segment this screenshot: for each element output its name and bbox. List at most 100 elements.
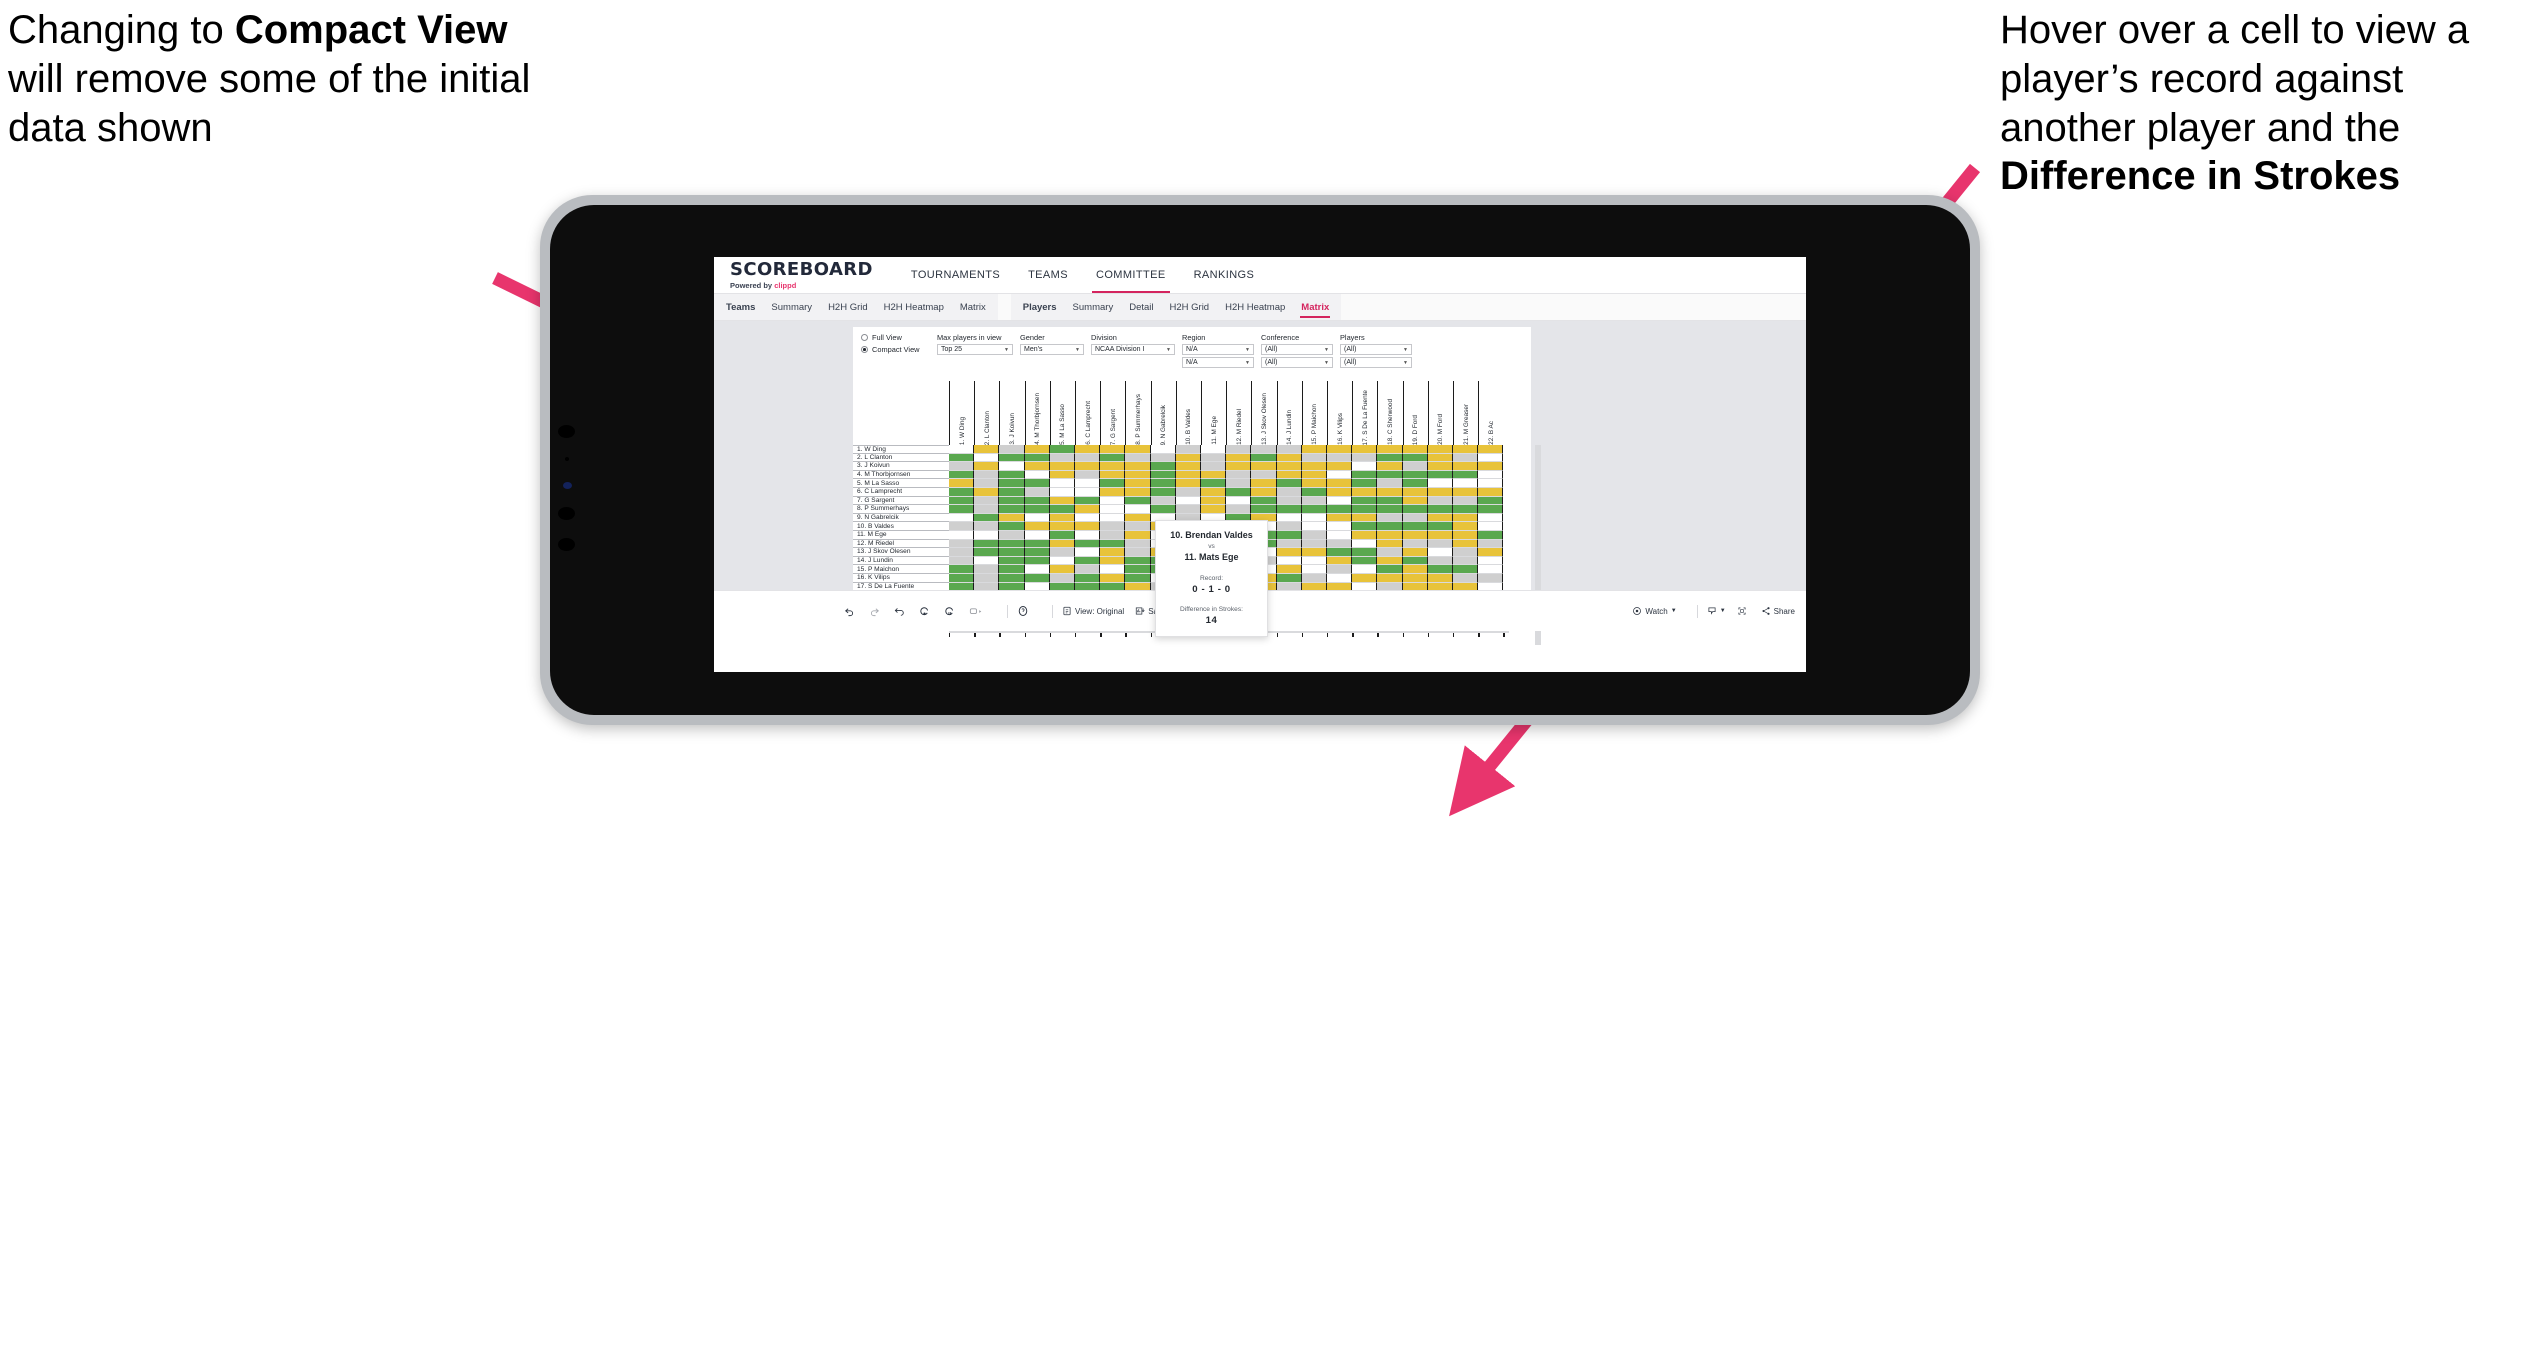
matrix-cell[interactable]: [1150, 505, 1176, 514]
filter-max-players-select[interactable]: Top 25 ▼: [937, 344, 1013, 355]
matrix-cell[interactable]: [1125, 556, 1151, 566]
matrix-cell[interactable]: [999, 548, 1025, 557]
matrix-cell[interactable]: [1478, 462, 1504, 471]
matrix-col-header[interactable]: 6. C Lamprecht: [1075, 381, 1100, 445]
matrix-cell[interactable]: [1075, 470, 1101, 480]
matrix-cell[interactable]: [1125, 513, 1151, 523]
matrix-cell[interactable]: [1175, 453, 1201, 463]
matrix-row-label[interactable]: 12. M Riedel: [853, 540, 949, 549]
matrix-cell[interactable]: [1125, 574, 1151, 583]
matrix-cell[interactable]: [1402, 462, 1428, 471]
matrix-cell[interactable]: [1125, 462, 1151, 471]
matrix-cell[interactable]: [1075, 505, 1101, 514]
matrix-cell[interactable]: [1100, 462, 1126, 471]
matrix-col-header[interactable]: 1. W Ding: [949, 381, 974, 445]
watch-button[interactable]: Watch ▼: [1632, 606, 1677, 616]
matrix-cell[interactable]: [1276, 531, 1302, 540]
matrix-cell[interactable]: [949, 488, 975, 497]
matrix-cell[interactable]: [1377, 574, 1403, 583]
matrix-cell[interactable]: [1327, 445, 1353, 454]
matrix-cell[interactable]: [1049, 445, 1075, 454]
matrix-cell[interactable]: [949, 462, 975, 471]
matrix-cell[interactable]: [1276, 470, 1302, 480]
matrix-cell[interactable]: [1226, 462, 1252, 471]
matrix-cell[interactable]: [949, 531, 975, 540]
matrix-cell[interactable]: [1352, 479, 1378, 488]
matrix-cell[interactable]: [1276, 488, 1302, 497]
matrix-cell[interactable]: [1125, 488, 1151, 497]
matrix-cell[interactable]: [1125, 496, 1151, 506]
matrix-cell[interactable]: [1327, 505, 1353, 514]
matrix-cell[interactable]: [999, 445, 1025, 454]
zoom-icon[interactable]: [969, 606, 987, 617]
matrix-cell[interactable]: [1301, 513, 1327, 523]
nav-item-committee[interactable]: COMMITTEE: [1082, 257, 1180, 293]
matrix-cell[interactable]: [1352, 496, 1378, 506]
matrix-cell[interactable]: [999, 531, 1025, 540]
matrix-cell[interactable]: [1352, 522, 1378, 531]
matrix-cell[interactable]: [1049, 505, 1075, 514]
matrix-cell[interactable]: [1478, 522, 1504, 531]
matrix-cell[interactable]: [1478, 539, 1504, 549]
matrix-cell[interactable]: [1453, 470, 1479, 480]
matrix-cell[interactable]: [1175, 462, 1201, 471]
matrix-cell[interactable]: [1377, 522, 1403, 531]
matrix-cell[interactable]: [1453, 488, 1479, 497]
matrix-cell[interactable]: [1100, 488, 1126, 497]
refresh-icon[interactable]: [919, 606, 933, 617]
matrix-cell[interactable]: [1125, 445, 1151, 454]
matrix-cell[interactable]: [1427, 470, 1453, 480]
matrix-col-header[interactable]: 9. N Gabrelcik: [1150, 381, 1176, 445]
matrix-cell[interactable]: [949, 496, 975, 506]
matrix-cell[interactable]: [1251, 488, 1277, 497]
matrix-row-label[interactable]: 6. C Lamprecht: [853, 488, 949, 497]
matrix-row-label[interactable]: 2. L Clanton: [853, 454, 949, 463]
matrix-col-header[interactable]: 13. J Skov Olesen: [1251, 381, 1276, 445]
matrix-cell[interactable]: [1201, 479, 1227, 488]
matrix-cell[interactable]: [974, 539, 1000, 549]
filter-region-select-2[interactable]: N/A ▼: [1182, 357, 1254, 368]
matrix-cell[interactable]: [1478, 505, 1504, 514]
matrix-cell[interactable]: [1201, 462, 1227, 471]
subscribe-icon[interactable]: ▼: [1707, 606, 1726, 616]
matrix-cell[interactable]: [1301, 462, 1327, 471]
matrix-cell[interactable]: [1150, 496, 1176, 506]
matrix-cell[interactable]: [1352, 505, 1378, 514]
matrix-cell[interactable]: [1327, 470, 1353, 480]
matrix-cell[interactable]: [1427, 565, 1453, 574]
matrix-col-header[interactable]: 20. M Ford: [1427, 381, 1453, 445]
matrix-cell[interactable]: [1251, 496, 1277, 506]
matrix-cell[interactable]: [1024, 531, 1050, 540]
matrix-cell[interactable]: [1226, 496, 1252, 506]
matrix-cell[interactable]: [974, 565, 1000, 574]
matrix-cell[interactable]: [1327, 548, 1353, 557]
matrix-cell[interactable]: [1024, 462, 1050, 471]
matrix-cell[interactable]: [1453, 479, 1479, 488]
matrix-cell[interactable]: [1377, 462, 1403, 471]
matrix-cell[interactable]: [1427, 574, 1453, 583]
matrix-cell[interactable]: [949, 574, 975, 583]
matrix-cell[interactable]: [1427, 539, 1453, 549]
matrix-cell[interactable]: [1024, 548, 1050, 557]
matrix-cell[interactable]: [1175, 470, 1201, 480]
matrix-cell[interactable]: [1453, 574, 1479, 583]
matrix-cell[interactable]: [1327, 531, 1353, 540]
matrix-cell[interactable]: [1049, 548, 1075, 557]
matrix-row-label[interactable]: 3. J Koivun: [853, 462, 949, 471]
matrix-cell[interactable]: [1049, 522, 1075, 531]
matrix-cell[interactable]: [1024, 453, 1050, 463]
matrix-cell[interactable]: [1377, 548, 1403, 557]
matrix-cell[interactable]: [1478, 453, 1504, 463]
matrix-cell[interactable]: [1377, 496, 1403, 506]
matrix-cell[interactable]: [1100, 445, 1126, 454]
matrix-cell[interactable]: [974, 496, 1000, 506]
matrix-cell[interactable]: [999, 479, 1025, 488]
matrix-cell[interactable]: [1125, 479, 1151, 488]
matrix-cell[interactable]: [1175, 445, 1201, 454]
matrix-cell[interactable]: [1276, 565, 1302, 574]
matrix-cell[interactable]: [1327, 539, 1353, 549]
matrix-cell[interactable]: [949, 539, 975, 549]
matrix-cell[interactable]: [1352, 488, 1378, 497]
matrix-cell[interactable]: [1276, 479, 1302, 488]
matrix-cell[interactable]: [1049, 565, 1075, 574]
